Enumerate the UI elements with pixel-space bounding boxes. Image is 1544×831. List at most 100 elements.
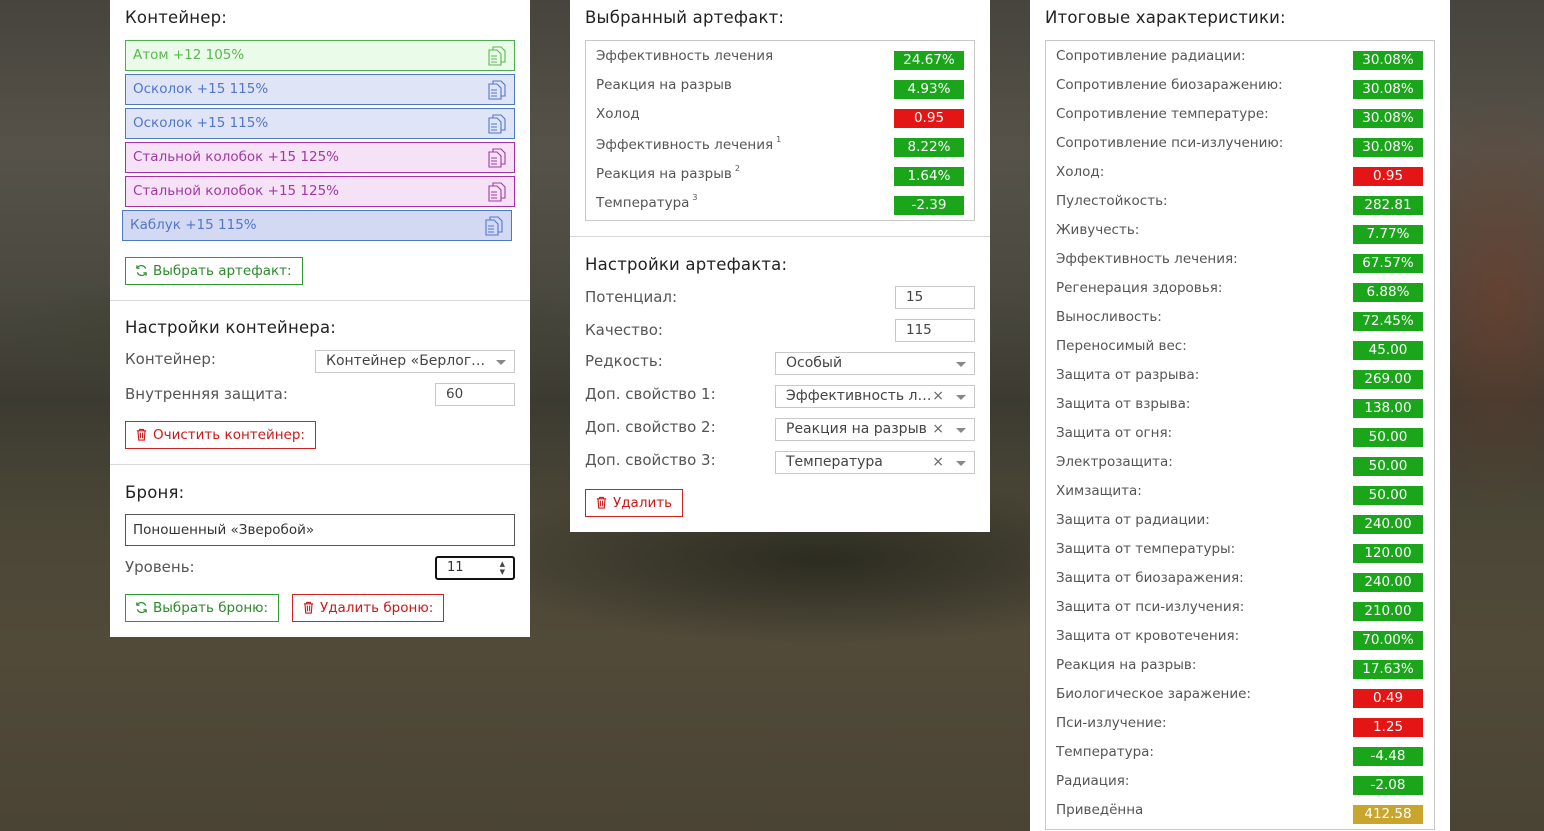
clear-icon[interactable]: × bbox=[932, 452, 944, 473]
stat-label: Эффективность лечения 1 bbox=[596, 135, 781, 153]
stat-value-badge: 72.45% bbox=[1353, 312, 1423, 331]
stat-label-text: Температура: bbox=[1056, 744, 1154, 760]
stat-row: Холод: 0.95 bbox=[1046, 159, 1434, 188]
delete-armor-button[interactable]: Удалить броню: bbox=[292, 594, 445, 622]
prop2-select-value: Реакция на разрыв bbox=[786, 421, 927, 437]
stat-value-badge: 210.00 bbox=[1353, 602, 1423, 621]
divider bbox=[110, 464, 530, 465]
stat-label-text: Сопротивление пси-излучению: bbox=[1056, 135, 1284, 151]
inner-protection-label: Внутренняя защита: bbox=[125, 385, 288, 403]
container-slot[interactable]: Атом +12 105% bbox=[125, 40, 515, 71]
stat-label: Защита от взрыва: bbox=[1056, 396, 1190, 412]
stat-value-badge: 240.00 bbox=[1353, 573, 1423, 592]
stat-row: Живучесть: 7.77% bbox=[1046, 217, 1434, 246]
stat-value-badge: 269.00 bbox=[1353, 370, 1423, 389]
stat-label: Пулестойкость: bbox=[1056, 193, 1168, 209]
prop3-select-value: Температура bbox=[786, 454, 883, 470]
potential-input[interactable]: 15 bbox=[895, 286, 975, 309]
container-panel: Контейнер: Атом +12 105% Осколок +15 115%… bbox=[110, 0, 530, 637]
stat-value-badge: 120.00 bbox=[1353, 544, 1423, 563]
stat-row: Сопротивление пси-излучению: 30.08% bbox=[1046, 130, 1434, 159]
stat-label: Сопротивление радиации: bbox=[1056, 48, 1246, 64]
stat-value-badge: 1.25 bbox=[1353, 718, 1423, 737]
delete-artifact-button[interactable]: Удалить bbox=[585, 489, 684, 517]
stat-label: Пси-излучение: bbox=[1056, 715, 1167, 731]
stat-label: Защита от температуры: bbox=[1056, 541, 1235, 557]
divider bbox=[570, 236, 990, 237]
quality-input[interactable]: 115 bbox=[895, 319, 975, 342]
rarity-select-value: Особый bbox=[786, 355, 843, 371]
stat-row: Сопротивление температуре: 30.08% bbox=[1046, 101, 1434, 130]
armor-name-field[interactable]: Поношенный «Зверобой» bbox=[125, 514, 515, 546]
clear-container-button-label: Очистить контейнер: bbox=[153, 427, 305, 443]
refresh-icon bbox=[136, 265, 147, 276]
stat-label: Холод bbox=[596, 106, 640, 122]
stat-label-text: Реакция на разрыв: bbox=[1056, 657, 1197, 673]
container-slot-label: Осколок +15 115% bbox=[133, 115, 269, 131]
rarity-select[interactable]: Особый bbox=[775, 352, 975, 375]
stat-row: Эффективность лечения 1 8.22% bbox=[586, 130, 974, 159]
stat-label-text: Эффективность лечения: bbox=[1056, 251, 1238, 267]
stat-label: Живучесть: bbox=[1056, 222, 1139, 238]
stat-label-text: Электрозащита: bbox=[1056, 454, 1173, 470]
prop2-select[interactable]: Реакция на разрыв × bbox=[775, 418, 975, 441]
copy-icon[interactable] bbox=[485, 216, 503, 236]
clear-icon[interactable]: × bbox=[932, 386, 944, 407]
stat-label-text: Реакция на разрыв bbox=[596, 166, 732, 182]
stat-label: Защита от пси-излучения: bbox=[1056, 599, 1244, 615]
copy-icon[interactable] bbox=[488, 148, 506, 168]
stat-value-badge: 50.00 bbox=[1353, 428, 1423, 447]
stat-value-badge: 30.08% bbox=[1353, 109, 1423, 128]
stat-row: Приведённа 412.58 bbox=[1046, 797, 1434, 826]
container-slot[interactable]: Осколок +15 115% bbox=[125, 74, 515, 105]
totals-panel: Итоговые характеристики: Сопротивление р… bbox=[1030, 0, 1450, 831]
select-artifact-button[interactable]: Выбрать артефакт: bbox=[125, 257, 303, 285]
stat-label-text: Защита от биозаражения: bbox=[1056, 570, 1244, 586]
stat-value-badge: 0.95 bbox=[894, 109, 964, 128]
copy-icon[interactable] bbox=[488, 182, 506, 202]
container-slot[interactable]: Стальной колобок +15 125% bbox=[125, 176, 515, 207]
stat-label-text: Защита от взрыва: bbox=[1056, 396, 1191, 412]
container-settings-title: Настройки контейнера: bbox=[125, 318, 337, 337]
stepper-arrows-icon[interactable]: ▲ ▼ bbox=[500, 560, 505, 576]
totals-title: Итоговые характеристики: bbox=[1045, 8, 1286, 27]
copy-icon[interactable] bbox=[488, 80, 506, 100]
prop1-select[interactable]: Эффективность ле… × bbox=[775, 385, 975, 408]
chevron-down-icon bbox=[956, 362, 966, 367]
container-slot-label: Осколок +15 115% bbox=[133, 81, 269, 97]
container-select[interactable]: Контейнер «Берлога… bbox=[315, 350, 515, 373]
stat-value-badge: -2.39 bbox=[894, 196, 964, 215]
stat-value-badge: 8.22% bbox=[894, 138, 964, 157]
container-slot[interactable]: Стальной колобок +15 125% bbox=[125, 142, 515, 173]
stat-value-badge: 45.00 bbox=[1353, 341, 1423, 360]
stat-label-text: Переносимый вес: bbox=[1056, 338, 1187, 354]
container-slot-label: Стальной колобок +15 125% bbox=[133, 149, 340, 165]
stat-label-text: Температура bbox=[596, 195, 690, 211]
prop3-select[interactable]: Температура × bbox=[775, 451, 975, 474]
stat-label-text: Химзащита: bbox=[1056, 483, 1142, 499]
copy-icon[interactable] bbox=[488, 114, 506, 134]
stat-label-text: Защита от огня: bbox=[1056, 425, 1173, 441]
clear-icon[interactable]: × bbox=[932, 419, 944, 440]
stat-value-badge: 240.00 bbox=[1353, 515, 1423, 534]
stat-value-badge: 4.93% bbox=[894, 80, 964, 99]
inner-protection-input[interactable]: 60 bbox=[435, 383, 515, 406]
stat-label: Защита от разрыва: bbox=[1056, 367, 1199, 383]
container-slot[interactable]: Осколок +15 115% bbox=[125, 108, 515, 139]
container-select-value: Контейнер «Берлога… bbox=[326, 353, 486, 369]
stat-value-badge: 0.95 bbox=[1353, 167, 1423, 186]
stat-row: Защита от температуры: 120.00 bbox=[1046, 536, 1434, 565]
stat-value-badge: 30.08% bbox=[1353, 51, 1423, 70]
selected-artifact-title: Выбранный артефакт: bbox=[585, 8, 785, 27]
level-stepper[interactable]: 11 ▲ ▼ bbox=[435, 556, 515, 580]
stat-label: Эффективность лечения bbox=[596, 48, 773, 64]
stat-label: Температура: bbox=[1056, 744, 1154, 760]
select-armor-button[interactable]: Выбрать броню: bbox=[125, 594, 280, 622]
stat-value-badge: 6.88% bbox=[1353, 283, 1423, 302]
clear-container-button[interactable]: Очистить контейнер: bbox=[125, 421, 316, 449]
stat-label: Защита от огня: bbox=[1056, 425, 1172, 441]
container-slot[interactable]: Каблук +15 115% bbox=[122, 210, 512, 241]
stat-value-badge: 138.00 bbox=[1353, 399, 1423, 418]
stat-row: Реакция на разрыв 4.93% bbox=[586, 72, 974, 101]
copy-icon[interactable] bbox=[488, 46, 506, 66]
